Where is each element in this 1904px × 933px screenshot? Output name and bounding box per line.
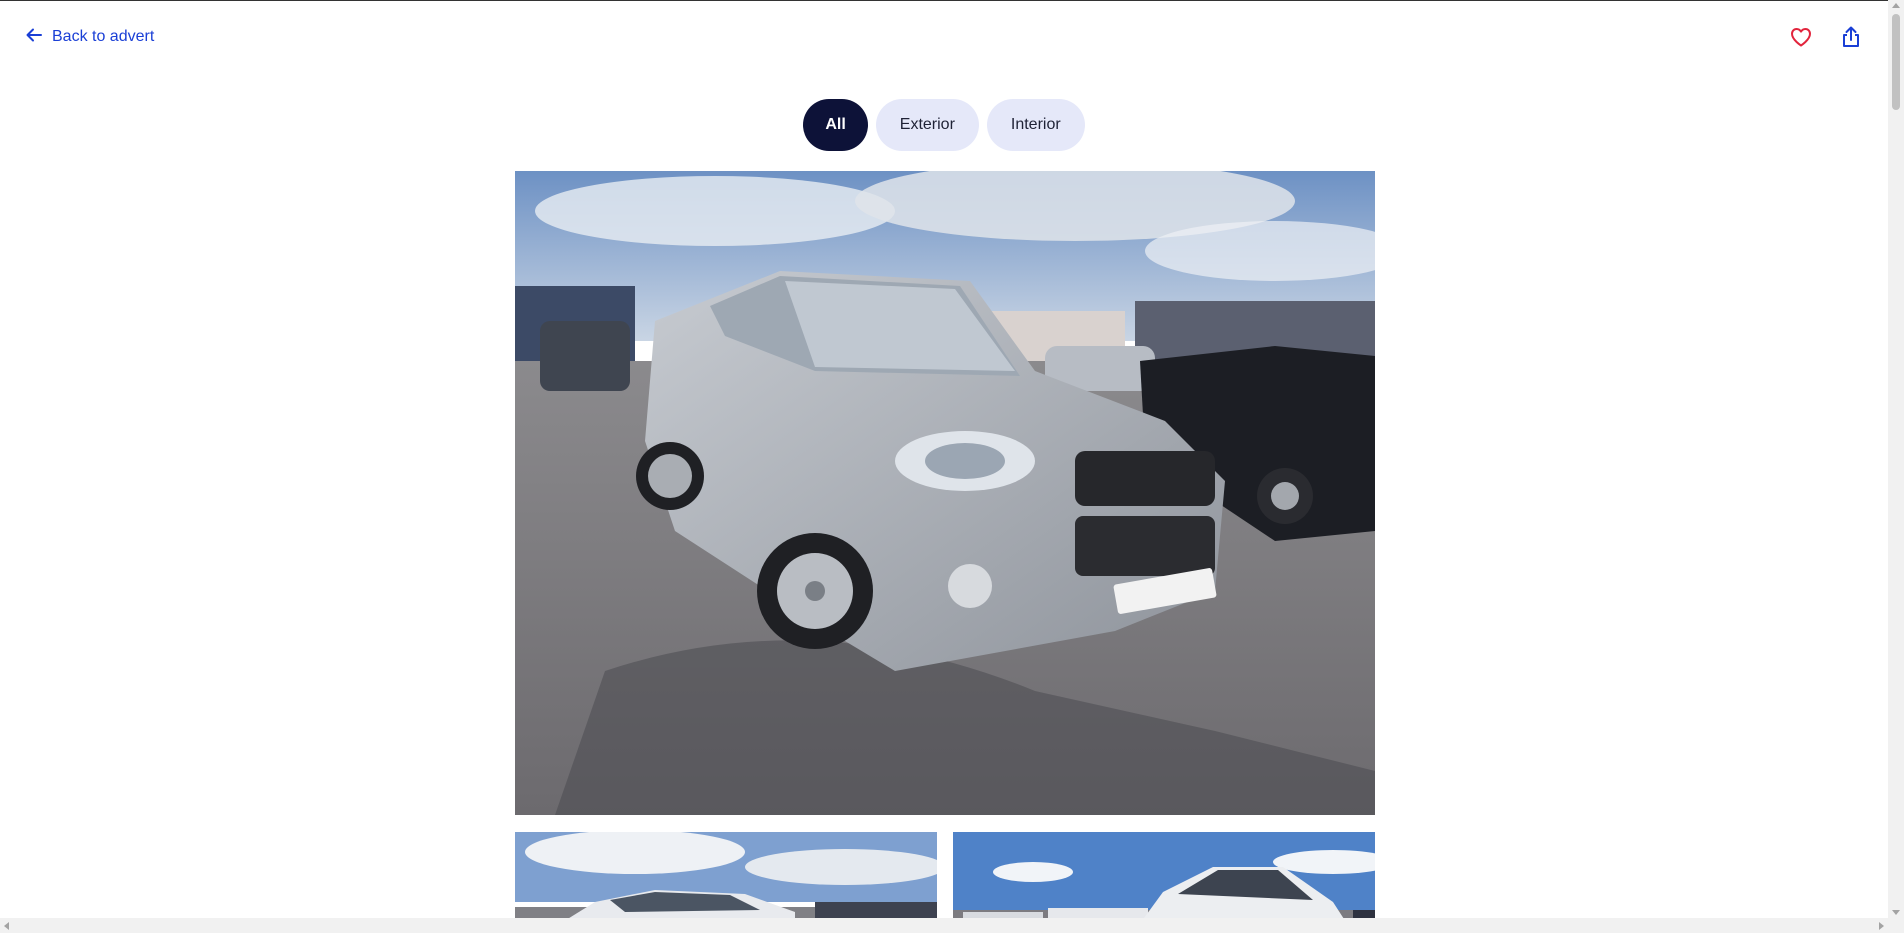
share-button[interactable] [1836, 24, 1866, 54]
heart-icon [1789, 25, 1813, 54]
window-top-border [0, 0, 1904, 1]
scroll-right-arrow-icon[interactable] [1879, 922, 1884, 930]
back-to-advert-label: Back to advert [52, 28, 155, 45]
share-icon [1839, 25, 1863, 54]
main-photo[interactable] [515, 171, 1375, 815]
scroll-up-arrow-icon[interactable] [1892, 3, 1900, 8]
scroll-down-arrow-icon[interactable] [1892, 910, 1900, 915]
favourite-button[interactable] [1786, 24, 1816, 54]
vertical-scroll-thumb[interactable] [1892, 14, 1900, 110]
tab-all[interactable]: All [803, 99, 868, 151]
top-actions [1786, 24, 1866, 54]
arrow-left-icon [24, 25, 44, 50]
tab-interior[interactable]: Interior [986, 99, 1085, 151]
car-photo-image [515, 171, 1375, 815]
tab-exterior[interactable]: Exterior [875, 99, 979, 151]
vertical-scrollbar[interactable] [1888, 0, 1904, 933]
photo-gallery [515, 171, 1375, 815]
horizontal-scrollbar[interactable] [0, 918, 1888, 933]
back-to-advert-link[interactable]: Back to advert [24, 26, 154, 48]
photo-filter-tabs: All Exterior Interior [0, 99, 1888, 151]
scroll-left-arrow-icon[interactable] [4, 922, 9, 930]
